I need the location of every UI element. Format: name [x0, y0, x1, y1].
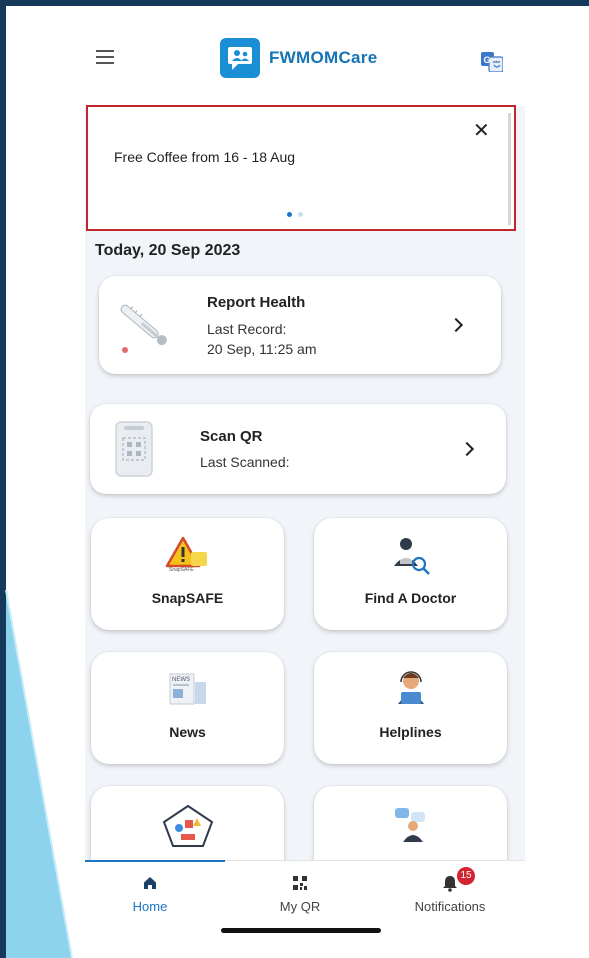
scan-qr-title: Scan QR — [200, 428, 263, 445]
doctor-search-icon — [393, 538, 430, 575]
carousel-indicator[interactable] — [287, 212, 303, 217]
app-logo: FWMOMCare — [220, 38, 377, 78]
app-name: FWMOMCare — [269, 48, 378, 67]
helpline-icon — [397, 671, 424, 704]
thermometer-icon — [120, 304, 167, 353]
chevron-right-icon — [448, 317, 464, 333]
nav-label-home: Home — [132, 899, 168, 914]
report-health-title: Report Health — [207, 294, 306, 311]
report-health-card[interactable]: Report Health Last Record: 20 Sep, 11:25… — [99, 276, 501, 374]
gesture-home-indicator — [221, 928, 381, 933]
banner-message: Free Coffee from 16 - 18 Aug — [114, 149, 296, 165]
tile-label: SnapSAFE — [151, 590, 224, 606]
nav-my-qr[interactable]: My QR — [245, 871, 355, 914]
banner-scrollbar — [508, 113, 511, 225]
translate-icon[interactable]: G — [481, 52, 503, 72]
svg-text:G: G — [484, 55, 491, 65]
date-heading: Today, 20 Sep 2023 — [95, 242, 241, 259]
notification-badge: 15 — [457, 867, 475, 885]
last-record-value: 20 Sep, 11:25 am — [207, 341, 317, 357]
last-record-label: Last Record: — [207, 321, 287, 337]
talk-icon — [394, 808, 425, 842]
nav-notifications[interactable]: 15 Notifications — [395, 867, 505, 914]
warning-icon: SnapSAFE — [165, 536, 207, 572]
tile-label: Find A Doctor — [364, 590, 457, 606]
tile-find-a-doctor[interactable]: Find A Doctor — [314, 518, 507, 630]
bell-icon — [443, 876, 457, 892]
wellness-icon — [162, 804, 213, 847]
nav-label-notifications: Notifications — [414, 899, 486, 914]
chevron-right-icon — [459, 441, 475, 457]
svg-text:SnapSAFE: SnapSAFE — [169, 567, 194, 572]
tile-label: Helplines — [379, 724, 442, 740]
hamburger-menu-icon[interactable] — [96, 50, 114, 64]
tile-label: News — [169, 724, 206, 740]
bottom-navigation: Home My QR 15 Notifications — [85, 860, 525, 936]
nav-home[interactable]: Home — [95, 871, 205, 914]
app-logo-icon — [220, 38, 260, 78]
top-app-bar: FWMOMCare G — [85, 14, 525, 106]
scan-qr-card[interactable]: Scan QR Last Scanned: — [90, 404, 506, 494]
active-tab-indicator — [85, 860, 225, 862]
carousel-dot[interactable] — [298, 212, 303, 217]
home-icon — [144, 877, 156, 889]
tile-news[interactable]: NEWS News — [91, 652, 284, 764]
news-icon: NEWS — [169, 673, 206, 705]
qr-icon — [293, 876, 307, 890]
svg-text:NEWS: NEWS — [172, 677, 190, 683]
tile-snapsafe[interactable]: SnapSAFE SnapSAFE — [91, 518, 284, 630]
qr-scanner-icon — [115, 421, 153, 477]
close-icon[interactable]: ✕ — [473, 121, 490, 141]
nav-label-my-qr: My QR — [279, 899, 321, 914]
carousel-dot-active[interactable] — [287, 212, 292, 217]
phone-screen: FWMOMCare G Free Coffee from 16 - 18 Aug… — [85, 14, 525, 936]
tile-helplines[interactable]: Helplines — [314, 652, 507, 764]
promo-banner[interactable]: Free Coffee from 16 - 18 Aug ✕ — [86, 105, 516, 231]
last-scanned-label: Last Scanned: — [200, 454, 290, 470]
